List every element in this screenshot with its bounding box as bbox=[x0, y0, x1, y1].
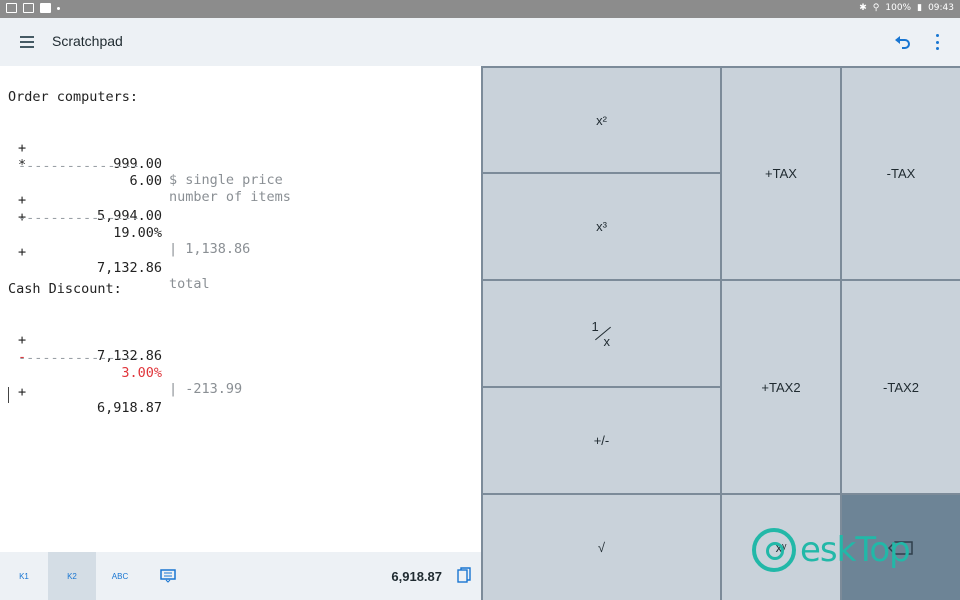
bluetooth-icon: ✱ bbox=[859, 3, 867, 13]
minus-tax-key[interactable]: -TAX bbox=[842, 68, 960, 279]
backspace-key[interactable] bbox=[842, 495, 960, 600]
undo-icon[interactable] bbox=[894, 34, 912, 50]
power-key[interactable]: xʸ bbox=[722, 495, 840, 600]
square-root-key[interactable]: √ bbox=[483, 495, 720, 600]
value: 6,918.87 bbox=[96, 400, 162, 416]
plus-minus-key[interactable]: +/- bbox=[483, 388, 720, 493]
total-line: + 6,918.87 bbox=[8, 368, 478, 432]
overflow-menu-icon[interactable] bbox=[934, 34, 940, 50]
minus-tax2-key[interactable]: -TAX2 bbox=[842, 281, 960, 493]
no-wifi-icon: ⚲ bbox=[872, 3, 880, 13]
bottom-bar: K1 K2 ABC 6,918.87 bbox=[0, 552, 481, 600]
denominator: x bbox=[603, 333, 611, 349]
separator-line: --------------- bbox=[18, 210, 140, 226]
value: 7,132.86 bbox=[96, 260, 162, 276]
battery-icon: ▮ bbox=[917, 3, 923, 13]
tab-k2[interactable]: K2 bbox=[48, 552, 96, 600]
battery-percent: 100% bbox=[885, 3, 912, 13]
tab-k1[interactable]: K1 bbox=[0, 552, 48, 600]
app-bar: Scratchpad bbox=[0, 18, 960, 66]
reciprocal-key[interactable]: 1 x bbox=[483, 281, 720, 386]
section-heading: Order computers: bbox=[8, 89, 139, 105]
result-total: 6,918.87 bbox=[391, 569, 442, 584]
tab-abc[interactable]: ABC bbox=[96, 552, 144, 600]
reciprocal-label: 1 x bbox=[589, 319, 615, 349]
operator: + bbox=[18, 384, 27, 400]
scratchpad-editor[interactable]: Order computers: + 999.00 $ single price… bbox=[0, 66, 481, 552]
keyboard-icon bbox=[160, 569, 176, 583]
backspace-icon bbox=[888, 540, 913, 555]
status-notifications bbox=[6, 3, 60, 13]
copy-icon[interactable] bbox=[457, 567, 471, 584]
numerator: 1 bbox=[591, 318, 599, 334]
comment: total bbox=[169, 276, 210, 292]
status-system: ✱ ⚲ 100% ▮ 09:43 bbox=[859, 3, 954, 13]
operator: + bbox=[18, 244, 27, 260]
cube-key[interactable]: x³ bbox=[483, 174, 720, 279]
square-key[interactable]: x² bbox=[483, 68, 720, 172]
plus-tax2-key[interactable]: +TAX2 bbox=[722, 281, 840, 493]
text-cursor bbox=[8, 387, 9, 403]
function-keypad: x² x³ 1 x +/- √ +TAX -TAX +TAX2 -TAX2 xʸ bbox=[481, 66, 960, 600]
separator-line: --------------- bbox=[18, 350, 140, 366]
status-bar: ✱ ⚲ 100% ▮ 09:43 bbox=[0, 0, 960, 18]
separator-line: --------------- bbox=[18, 158, 140, 174]
clock: 09:43 bbox=[928, 3, 954, 13]
note-icon bbox=[40, 3, 51, 13]
section-heading: Cash Discount: bbox=[8, 281, 122, 297]
voicemail-icon bbox=[23, 3, 34, 13]
gallery-icon bbox=[6, 3, 17, 13]
plus-tax-key[interactable]: +TAX bbox=[722, 68, 840, 279]
page-title: Scratchpad bbox=[52, 33, 123, 49]
hamburger-menu-icon[interactable] bbox=[20, 35, 36, 49]
more-notifications-icon bbox=[57, 6, 60, 10]
tab-keyboard[interactable] bbox=[144, 552, 192, 600]
